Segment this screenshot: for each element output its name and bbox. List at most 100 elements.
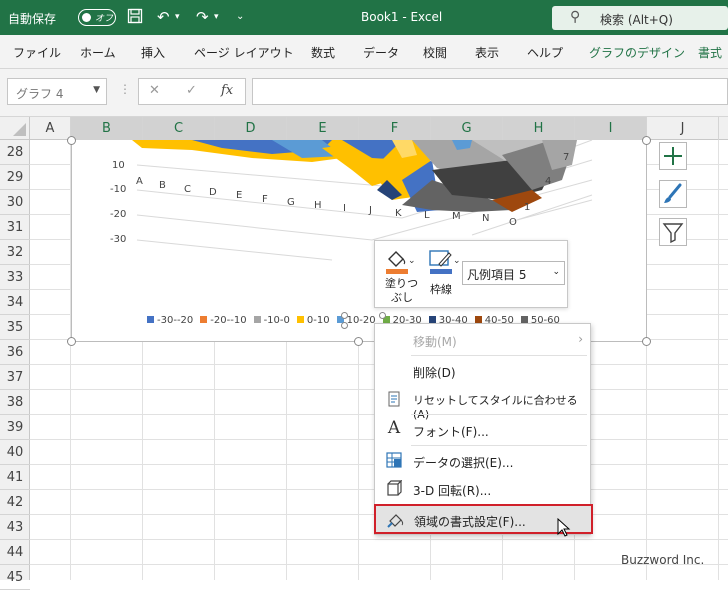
tab-help[interactable]: ヘルプ	[527, 44, 563, 61]
menu-item-3d-rotation[interactable]: 3-D 回転(R)...	[375, 475, 592, 503]
legend-item[interactable]: 0-10	[296, 315, 330, 326]
cancel-icon[interactable]: ✕	[149, 83, 160, 98]
legend-item[interactable]: -20--10	[200, 315, 247, 326]
row-header[interactable]: 43	[0, 515, 30, 540]
save-icon[interactable]	[127, 8, 143, 28]
column-header-e[interactable]: E	[287, 117, 359, 140]
resize-handle[interactable]	[642, 136, 651, 145]
column-header-b[interactable]: B	[71, 117, 143, 140]
search-icon: ⚲	[570, 9, 581, 25]
row-header[interactable]: 35	[0, 315, 30, 340]
row-header[interactable]: 39	[0, 415, 30, 440]
reset-style-icon	[385, 390, 403, 408]
enter-icon[interactable]: ✓	[186, 83, 197, 98]
row-header[interactable]: 32	[0, 240, 30, 265]
row-header[interactable]: 29	[0, 165, 30, 190]
formula-input[interactable]	[252, 78, 728, 105]
x-tick: N	[482, 213, 490, 224]
svg-text:⌄: ⌄	[408, 256, 415, 266]
resize-handle[interactable]	[67, 136, 76, 145]
column-header-d[interactable]: D	[215, 117, 287, 140]
row-header[interactable]: 38	[0, 390, 30, 415]
row-header[interactable]: 37	[0, 365, 30, 390]
row-header[interactable]: 34	[0, 290, 30, 315]
row-header[interactable]: 36	[0, 340, 30, 365]
legend-item[interactable]: -10-0	[253, 315, 290, 326]
x-tick: I	[343, 203, 346, 214]
row-header[interactable]: 42	[0, 490, 30, 515]
tab-home[interactable]: ホーム	[80, 44, 116, 61]
column-header-g[interactable]: G	[431, 117, 503, 140]
customize-toolbar-icon[interactable]: ⌄	[236, 11, 244, 22]
undo-dropdown-icon[interactable]: ▾	[175, 12, 180, 22]
tab-file[interactable]: ファイル	[13, 44, 61, 61]
chevron-down-icon[interactable]: ▼	[93, 85, 100, 95]
chart-elements-button[interactable]	[659, 142, 687, 170]
undo-icon[interactable]: ↶	[157, 8, 170, 26]
row-header[interactable]: 41	[0, 465, 30, 490]
redo-dropdown-icon[interactable]: ▾	[214, 12, 219, 22]
legend-entry-handle[interactable]	[341, 312, 348, 319]
row-header[interactable]: 28	[0, 140, 30, 165]
resize-handle[interactable]	[642, 337, 651, 346]
plus-icon	[664, 147, 682, 165]
column-header-c[interactable]: C	[143, 117, 215, 140]
x-tick: L	[424, 210, 430, 221]
autosave-state: オフ	[95, 14, 114, 24]
legend-item[interactable]: -30--20	[147, 315, 193, 326]
row-headers: 28 29 30 31 32 33 34 35 36 37 38 39 40 4…	[0, 140, 30, 590]
tab-review[interactable]: 校閲	[423, 44, 447, 61]
column-header-a[interactable]: A	[30, 117, 71, 140]
select-all-corner[interactable]	[0, 117, 30, 140]
context-menu: 移動(M) › 削除(D) リセットしてスタイルに合わせる(A) A フォント(…	[374, 323, 593, 535]
outline-button[interactable]: ⌄	[427, 247, 461, 275]
tab-view[interactable]: 表示	[475, 44, 499, 61]
chart-element-select[interactable]: 凡例項目 5 ⌄	[462, 261, 565, 285]
pen-icon: ⌄	[429, 250, 461, 274]
search-placeholder: 検索 (Alt+Q)	[600, 13, 673, 27]
outline-label: 枠線	[430, 283, 452, 296]
formula-buttons: ✕ ✓ fx	[138, 78, 246, 105]
name-box[interactable]: グラフ 4 ▼	[7, 78, 107, 105]
resize-handle[interactable]	[67, 337, 76, 346]
row-header[interactable]: 40	[0, 440, 30, 465]
menu-item-reset-style[interactable]: リセットしてスタイルに合わせる(A)	[375, 385, 592, 421]
autosave-label: 自動保存	[8, 12, 57, 26]
y-tick: -30	[110, 234, 127, 245]
search-box[interactable]: ⚲ 検索 (Alt+Q)	[552, 6, 728, 30]
title-bar: 自動保存 オフ ↶ ▾ ↷ ▾ ⌄ Book1 - Excel ⚲ 検索 (Al…	[0, 0, 728, 35]
legend-entry-handle[interactable]	[379, 312, 386, 319]
select-data-icon	[385, 452, 403, 470]
row-header[interactable]: 33	[0, 265, 30, 290]
tab-chart-design[interactable]: グラフのデザイン	[589, 44, 685, 61]
tab-insert[interactable]: 挿入	[141, 44, 165, 61]
menu-item-select-data[interactable]: データの選択(E)...	[375, 447, 592, 475]
column-header-i[interactable]: I	[575, 117, 647, 140]
insert-function-icon[interactable]: fx	[221, 83, 233, 98]
resize-handle[interactable]	[354, 337, 363, 346]
column-header-j[interactable]: J	[647, 117, 719, 140]
tab-format[interactable]: 書式	[698, 44, 722, 61]
tab-formulas[interactable]: 数式	[311, 44, 335, 61]
brush-icon	[664, 183, 682, 203]
menu-item-font[interactable]: A フォント(F)...	[375, 416, 592, 444]
row-header[interactable]: 30	[0, 190, 30, 215]
mouse-cursor-icon	[557, 518, 571, 537]
menu-item-delete[interactable]: 削除(D)	[375, 357, 592, 385]
legend-entry-handle[interactable]	[341, 322, 348, 329]
autosave-toggle[interactable]: オフ	[78, 9, 116, 26]
tab-data[interactable]: データ	[363, 44, 399, 61]
column-header-f[interactable]: F	[359, 117, 431, 140]
tab-page-layout[interactable]: ページ レイアウト	[194, 44, 294, 61]
redo-icon[interactable]: ↷	[196, 8, 209, 26]
column-header-h[interactable]: H	[503, 117, 575, 140]
row-header[interactable]: 44	[0, 540, 30, 565]
document-title: Book1 - Excel	[361, 10, 443, 24]
3d-rotation-icon	[385, 479, 403, 498]
fill-button[interactable]: ⌄	[383, 247, 416, 275]
row-header[interactable]: 45	[0, 565, 30, 590]
chart-styles-button[interactable]	[659, 180, 687, 208]
chart-filters-button[interactable]	[659, 218, 687, 246]
menu-item-move[interactable]: 移動(M) ›	[375, 326, 592, 354]
row-header[interactable]: 31	[0, 215, 30, 240]
